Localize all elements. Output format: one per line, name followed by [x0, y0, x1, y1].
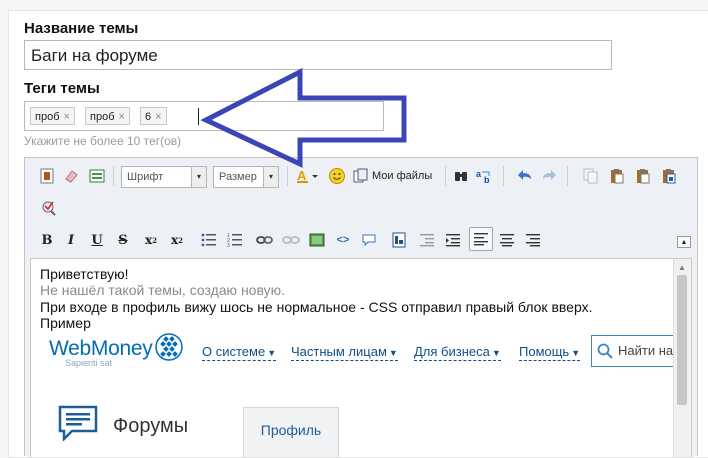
annotation-arrow-icon — [200, 67, 407, 168]
